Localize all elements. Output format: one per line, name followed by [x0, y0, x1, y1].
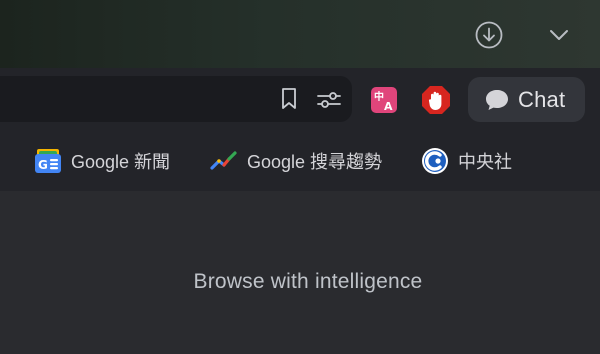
bookmark-google-news[interactable]: G Google 新聞	[34, 145, 170, 177]
bookmark-google-trends[interactable]: Google 搜尋趨勢	[210, 145, 382, 177]
window-menu-button[interactable]	[544, 20, 574, 50]
translate-icon: 中 A	[371, 87, 397, 113]
bookmark-label: Google 新聞	[71, 152, 171, 172]
title-bar	[0, 0, 600, 68]
download-button[interactable]	[472, 18, 506, 52]
download-icon	[475, 21, 503, 49]
google-news-icon: G	[35, 149, 61, 173]
svg-text:中: 中	[374, 90, 384, 103]
browser-window: 中 A Chat G Google 新聞 Google 搜尋趨勢 中央社 Bro…	[0, 0, 600, 354]
svg-text:A: A	[384, 100, 393, 113]
stop-extension-button[interactable]	[420, 85, 452, 115]
translate-extension-button[interactable]: 中 A	[369, 86, 399, 114]
chat-bubble-icon	[486, 89, 508, 110]
bookmark-label: 中央社	[458, 152, 512, 172]
chevron-down-icon	[550, 30, 568, 40]
chat-label: Chat	[518, 86, 566, 112]
google-trends-icon	[210, 151, 237, 170]
stop-hand-icon	[422, 86, 450, 114]
bookmark-icon	[282, 88, 296, 109]
chat-button[interactable]: Chat	[468, 77, 585, 122]
sliders-icon	[317, 92, 341, 108]
cna-icon	[422, 148, 448, 174]
bookmark-page-button[interactable]	[278, 86, 300, 112]
tagline: Browse with intelligence	[193, 270, 423, 293]
page-settings-button[interactable]	[314, 87, 344, 113]
bookmark-label: Google 搜尋趨勢	[247, 152, 383, 172]
svg-text:G: G	[38, 158, 48, 172]
bookmark-cna[interactable]: 中央社	[421, 145, 512, 177]
